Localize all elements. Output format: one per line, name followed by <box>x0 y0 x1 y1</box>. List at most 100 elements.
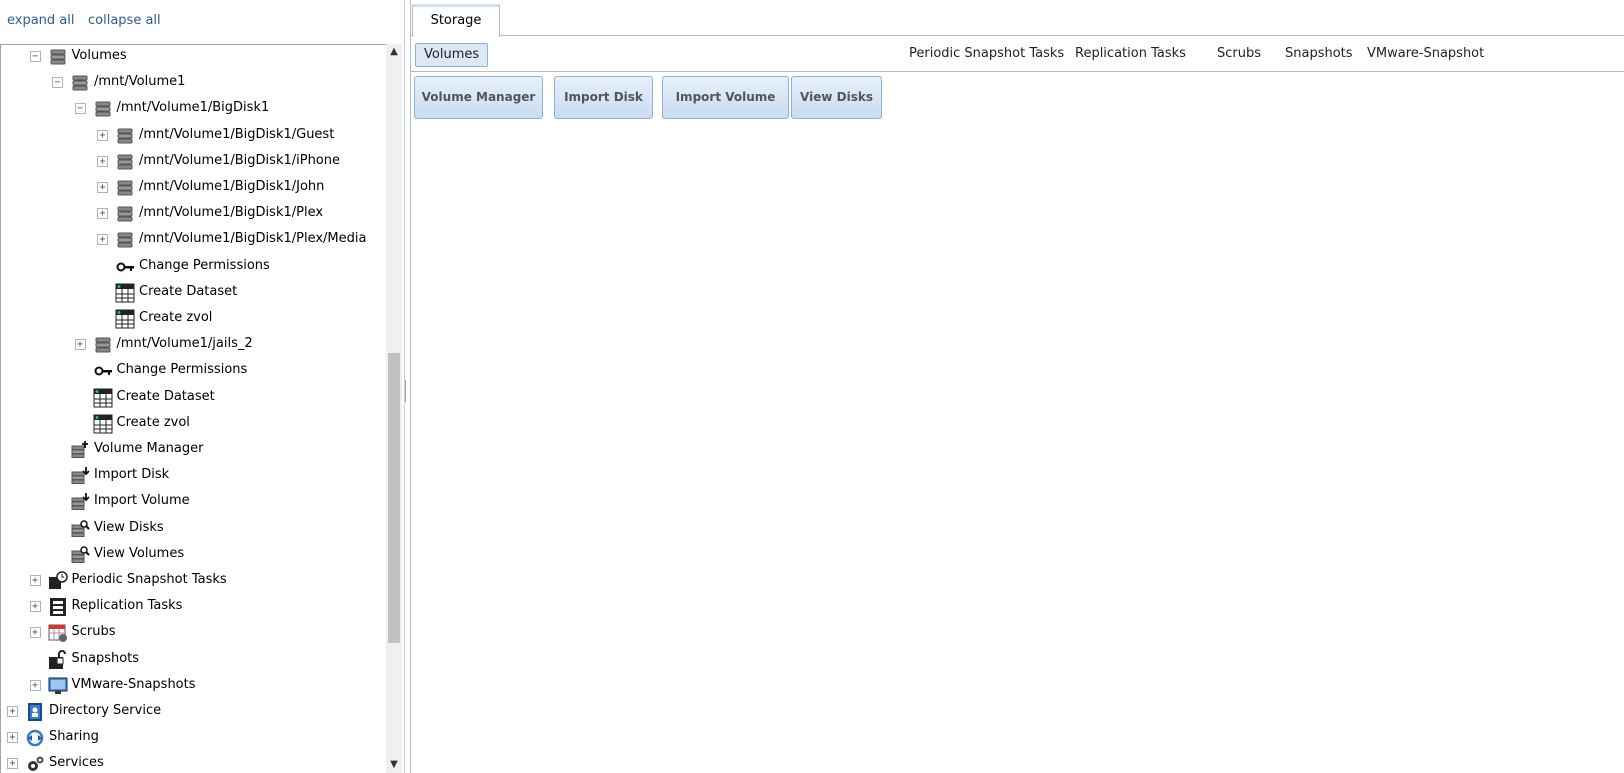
collapse-icon[interactable]: − <box>74 103 86 115</box>
tree-item-view-disks[interactable]: View Disks <box>1 517 386 541</box>
expand-icon[interactable]: + <box>74 339 86 351</box>
scroll-up-arrow-icon[interactable]: ▲ <box>386 44 402 60</box>
expand-all-link[interactable]: expand all <box>7 13 75 28</box>
tree-item-volume-manager[interactable]: Volume Manager <box>1 438 386 462</box>
tree-item-mnt-volume1-bigdisk1-john[interactable]: + /mnt/Volume1/BigDisk1/John <box>1 176 386 200</box>
storage-subtab-bar: Volumes Periodic Snapshot Tasks Replicatio… <box>411 36 1624 72</box>
tree-item-label: Services <box>49 755 104 771</box>
tree-item-sharing[interactable]: + Sharing <box>1 726 386 750</box>
expand-icon[interactable]: + <box>97 234 108 246</box>
tree-item-change-permissions[interactable]: Change Permissions <box>1 359 386 383</box>
database-icon <box>115 204 135 224</box>
tree-item-mnt-volume1-bigdisk1-iphone[interactable]: + /mnt/Volume1/BigDisk1/iPhone <box>1 150 386 174</box>
tree-item-label: Periodic Snapshot Tasks <box>71 572 227 587</box>
table-icon <box>115 309 135 329</box>
tree-item-create-zvol[interactable]: Create zvol <box>1 412 386 436</box>
tree-item-change-permissions[interactable]: Change Permissions <box>1 255 386 279</box>
import-volume-button[interactable]: Import Volume <box>662 76 789 119</box>
tree-item-label: Replication Tasks <box>71 598 183 614</box>
view-icon <box>70 519 90 539</box>
panel-splitter[interactable] <box>404 0 409 773</box>
tree-item-label: Create Dataset <box>139 283 238 299</box>
content-panel: Storage Volumes Periodic Snapshot Tasks Re… <box>410 0 1624 773</box>
database-icon <box>115 178 135 198</box>
database-icon <box>115 230 135 250</box>
subtab-scrubs[interactable]: Scrubs <box>1209 43 1269 67</box>
tree-item-label: Create zvol <box>139 310 213 325</box>
tree-item-label: Volumes <box>71 48 127 63</box>
tree-item-label: VMware-Snapshots <box>71 676 196 692</box>
database-icon <box>115 126 135 146</box>
import-disk-button[interactable]: Import Disk <box>554 76 653 119</box>
tree-item-label: Import Volume <box>94 493 190 509</box>
collapse-all-link[interactable]: collapse all <box>88 13 161 28</box>
tree-item-label: /mnt/Volume1 <box>94 74 186 90</box>
tree-item-mnt-volume1-bigdisk1-plex[interactable]: + /mnt/Volume1/BigDisk1/Plex <box>1 202 386 226</box>
scroll-down-arrow-icon[interactable]: ▼ <box>386 757 402 773</box>
tree-item-label: View Volumes <box>94 545 185 561</box>
tree-item-scrubs[interactable]: + Scrubs <box>1 621 386 645</box>
main-tab-bar: Storage <box>411 0 1624 37</box>
subtab-replication-tasks[interactable]: Replication Tasks <box>1067 43 1194 67</box>
tree-item-mnt-volume1-bigdisk1-plex-media[interactable]: + /mnt/Volume1/BigDisk1/Plex/Media <box>1 228 386 252</box>
tree-item-import-volume[interactable]: Import Volume <box>1 490 386 514</box>
tree-item-create-dataset[interactable]: Create Dataset <box>1 281 386 305</box>
tree-item-mnt-volume1-bigdisk1[interactable]: − /mnt/Volume1/BigDisk1 <box>1 97 386 121</box>
expand-icon[interactable]: + <box>7 706 18 717</box>
tree-item-mnt-volume1-jails-2[interactable]: + /mnt/Volume1/jails_2 <box>1 333 386 357</box>
tree-item-directory-service[interactable]: + Directory Service <box>1 700 386 724</box>
tree-item-volumes[interactable]: − Volumes <box>1 45 386 69</box>
expand-icon[interactable]: + <box>97 155 108 167</box>
key-icon <box>115 257 135 277</box>
tab-storage[interactable]: Storage <box>412 4 500 37</box>
key-icon <box>93 361 113 381</box>
tree-item-mnt-volume1-bigdisk1-guest[interactable]: + /mnt/Volume1/BigDisk1/Guest <box>1 124 386 148</box>
tree-item-label: /mnt/Volume1/BigDisk1/Plex/Media <box>139 231 367 247</box>
tree-item-label: Sharing <box>49 729 99 745</box>
tree-item-create-dataset[interactable]: Create Dataset <box>1 386 386 410</box>
tree-item-label: /mnt/Volume1/BigDisk1 <box>116 100 270 116</box>
expand-icon[interactable]: + <box>29 575 41 586</box>
expand-icon[interactable]: + <box>29 601 41 613</box>
scrollbar-thumb[interactable] <box>388 353 400 643</box>
tree-item-label: Change Permissions <box>116 362 248 378</box>
tree-item-periodic-snapshot-tasks[interactable]: + Periodic Snapshot Tasks <box>1 569 386 593</box>
tree-item-label: View Disks <box>94 519 164 535</box>
table-icon <box>93 414 113 434</box>
tree-item-replication-tasks[interactable]: + Replication Tasks <box>1 595 386 619</box>
collapse-icon[interactable]: − <box>29 51 41 62</box>
tree-toolbar: expand all collapse all <box>0 0 404 44</box>
table-icon <box>115 283 135 303</box>
view-disks-button[interactable]: View Disks <box>791 76 882 119</box>
subtab-volumes[interactable]: Volumes <box>415 43 489 67</box>
expand-icon[interactable]: + <box>97 182 108 193</box>
monitor-icon <box>48 676 68 696</box>
navigation-tree: − Volumes − /mnt/Volume1 − /mnt/Volume1/BigDi… <box>0 44 386 773</box>
expand-icon[interactable]: + <box>97 208 108 220</box>
tree-item-label: /mnt/Volume1/jails_2 <box>116 336 253 352</box>
expand-icon[interactable]: + <box>29 627 41 639</box>
film-icon <box>48 597 68 617</box>
tree-item-label: /mnt/Volume1/BigDisk1/iPhone <box>139 152 340 168</box>
expand-icon[interactable]: + <box>29 679 41 691</box>
expand-icon[interactable]: + <box>97 129 108 141</box>
subtab-vmware-snapshot[interactable]: VMware-Snapshot <box>1359 43 1492 67</box>
collapse-icon[interactable]: − <box>52 77 63 89</box>
expand-icon[interactable]: + <box>7 732 18 744</box>
tree-item-vmware-snapshots[interactable]: + VMware-Snapshots <box>1 674 386 698</box>
subtab-snapshots[interactable]: Snapshots <box>1277 43 1361 67</box>
tree-item-import-disk[interactable]: Import Disk <box>1 464 386 488</box>
tree-scrollbar[interactable]: ▲ ▼ <box>386 44 402 773</box>
tree-item-create-zvol[interactable]: Create zvol <box>1 307 386 331</box>
snapshot-icon <box>48 649 68 670</box>
import-icon <box>70 466 90 486</box>
tree-item-snapshots[interactable]: Snapshots <box>1 648 386 672</box>
tree-item-mnt-volume1[interactable]: − /mnt/Volume1 <box>1 71 386 95</box>
tree-item-view-volumes[interactable]: View Volumes <box>1 543 386 567</box>
volume-manager-button[interactable]: Volume Manager <box>414 76 543 119</box>
splitter-grip-icon[interactable] <box>405 380 407 402</box>
tree-item-services[interactable]: + Services <box>1 752 386 773</box>
view-icon <box>70 545 90 565</box>
subtab-periodic-snapshot-tasks[interactable]: Periodic Snapshot Tasks <box>901 43 1072 67</box>
expand-icon[interactable]: + <box>7 758 18 770</box>
